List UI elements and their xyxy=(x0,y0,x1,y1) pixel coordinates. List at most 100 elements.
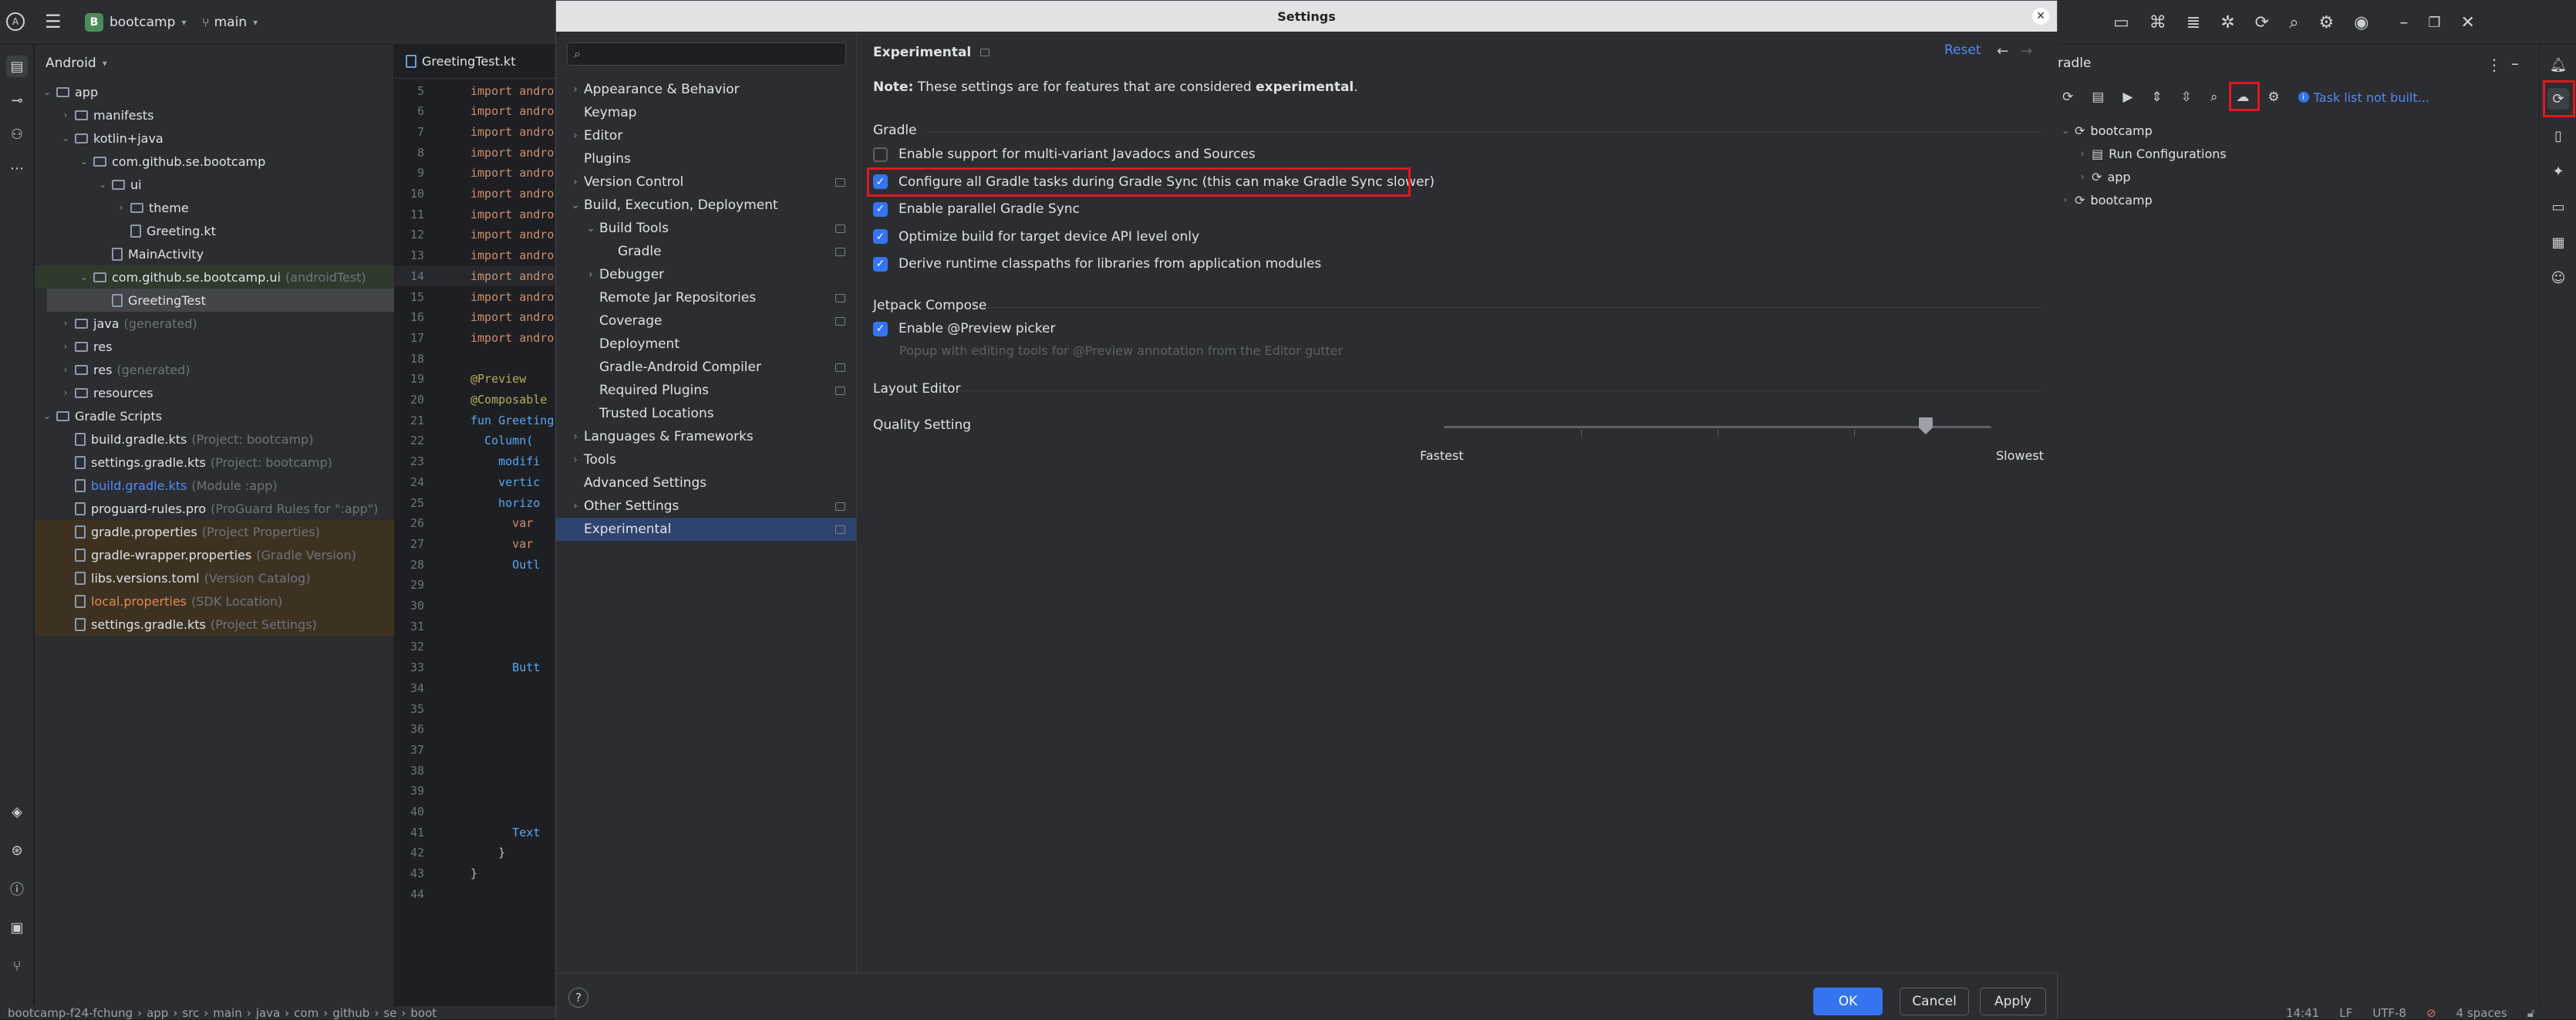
gear-icon[interactable]: ⚙ xyxy=(2318,13,2334,32)
code-line[interactable]: 40 xyxy=(395,802,555,822)
chevron-icon[interactable]: › xyxy=(567,431,584,443)
collapse-all-icon[interactable]: ⇳ xyxy=(2181,90,2192,105)
caret-position[interactable]: 14:41 xyxy=(2286,1006,2319,1020)
chevron-icon[interactable]: ⌄ xyxy=(59,133,72,144)
settings-nav-item[interactable]: Plugins xyxy=(556,147,856,171)
settings-search-input[interactable] xyxy=(586,46,818,62)
code-line[interactable]: 12 import andro xyxy=(395,225,555,245)
restore-icon[interactable]: ❐ xyxy=(2428,15,2440,31)
reset-link[interactable]: Reset xyxy=(1944,42,1981,58)
logcat-icon[interactable]: ⊛ xyxy=(6,839,28,861)
code-line[interactable]: 39 xyxy=(395,781,555,802)
code-line[interactable]: 32 xyxy=(395,637,555,657)
branch-selector[interactable]: ⑂ main ▾ xyxy=(202,9,258,35)
breadcrumb-item[interactable]: src xyxy=(182,1006,199,1020)
tree-file[interactable]: settings.gradle.kts (Project: bootcamp) xyxy=(35,451,394,474)
settings-nav-item[interactable]: Required Plugins xyxy=(556,379,856,402)
chevron-icon[interactable]: › xyxy=(59,341,72,352)
project-selector[interactable]: B bootcamp ▾ xyxy=(85,9,186,35)
device-manager-icon[interactable]: ▭ xyxy=(2113,13,2129,32)
breadcrumb-item[interactable]: com xyxy=(294,1006,319,1020)
expand-all-icon[interactable]: ⇕ xyxy=(2151,90,2162,105)
forward-arrow-icon[interactable]: → xyxy=(2021,43,2032,59)
gemini-icon[interactable]: ✦ xyxy=(2547,160,2569,182)
gradle-option[interactable]: ✓ Enable parallel Gradle Sync xyxy=(873,198,1080,221)
settings-nav-item[interactable]: Experimental xyxy=(556,518,856,541)
more-options-icon[interactable]: ⋮ xyxy=(2487,56,2502,74)
lock-icon[interactable]: 🔓︎ xyxy=(2527,1006,2535,1020)
chevron-icon[interactable]: ⌄ xyxy=(567,199,584,211)
minimize-icon[interactable]: – xyxy=(2399,13,2408,32)
code-line[interactable]: 35 xyxy=(395,698,555,719)
code-line[interactable]: 30 xyxy=(395,596,555,616)
chevron-icon[interactable]: › xyxy=(2076,171,2089,182)
tree-file[interactable]: build.gradle.kts (Module :app) xyxy=(35,474,394,497)
code-line[interactable]: 14 import andro xyxy=(395,265,555,287)
translate-icon[interactable]: ⌘ xyxy=(2149,13,2166,32)
code-line[interactable]: 41 Text xyxy=(395,822,555,843)
chevron-icon[interactable]: › xyxy=(567,83,584,96)
bug-icon[interactable]: ✲ xyxy=(2220,13,2234,32)
gradle-settings-icon[interactable]: ⚙ xyxy=(2267,90,2279,105)
code-line[interactable]: 23 modifi xyxy=(395,451,555,472)
git-icon[interactable]: ⑂ xyxy=(6,955,28,977)
settings-nav-item[interactable]: › Languages & Frameworks xyxy=(556,425,856,448)
code-line[interactable]: 26 var xyxy=(395,513,555,534)
settings-nav-item[interactable]: › Debugger xyxy=(556,263,856,286)
settings-search[interactable]: ⌕ xyxy=(567,42,846,66)
indent-setting[interactable]: 4 spaces xyxy=(2456,1006,2507,1020)
sync-gradle-icon[interactable]: ⟳ xyxy=(2255,13,2269,32)
file-encoding[interactable]: UTF-8 xyxy=(2372,1006,2406,1020)
chevron-icon[interactable]: ⌄ xyxy=(41,86,53,97)
tree-folder[interactable]: ⌄ com.github.se.bootcamp xyxy=(35,150,394,173)
code-line[interactable]: 43} xyxy=(395,863,555,884)
tree-folder[interactable]: › res xyxy=(35,335,394,358)
device-file-icon[interactable]: ▯ xyxy=(2547,125,2569,147)
tree-file[interactable]: GreetingTest xyxy=(47,289,394,312)
emulator-icon[interactable]: ▦ xyxy=(2547,231,2569,253)
tasks-icon[interactable]: ▤ xyxy=(2092,90,2104,105)
chevron-icon[interactable]: › xyxy=(59,364,72,375)
code-line[interactable]: 37 xyxy=(395,739,555,760)
code-line[interactable]: 17 import andro xyxy=(395,327,555,348)
apply-button[interactable]: Apply xyxy=(1980,988,2046,1015)
tree-file[interactable]: build.gradle.kts (Project: bootcamp) xyxy=(35,427,394,451)
settings-nav-item[interactable]: Keymap xyxy=(556,101,856,124)
code-area[interactable]: 5 import andro 6 import andro 7 import andro 8… xyxy=(395,80,555,1006)
code-line[interactable]: 31 xyxy=(395,616,555,637)
chevron-icon[interactable]: › xyxy=(59,110,72,120)
more-tools-icon[interactable]: ⋯ xyxy=(6,157,28,179)
breadcrumb-item[interactable]: boot xyxy=(410,1006,437,1020)
inspection-icon[interactable]: ⊘ xyxy=(2426,1006,2436,1020)
code-line[interactable]: 44 xyxy=(395,883,555,904)
chevron-icon[interactable]: › xyxy=(567,130,584,142)
code-line[interactable]: 6 import andro xyxy=(395,101,555,122)
account-icon[interactable]: ◉ xyxy=(2354,13,2369,32)
breadcrumb-item[interactable]: bootcamp-f24-fchung xyxy=(8,1006,133,1020)
tree-folder[interactable]: › resources xyxy=(35,381,394,404)
settings-nav-item[interactable]: Gradle-Android Compiler xyxy=(556,356,856,379)
editor-tab[interactable]: GreetingTest.kt xyxy=(395,45,555,79)
settings-nav-item[interactable]: › Version Control xyxy=(556,171,856,194)
tree-folder[interactable]: › java (generated) xyxy=(35,312,394,335)
breadcrumb-item[interactable]: se xyxy=(383,1006,396,1020)
structure-icon[interactable]: ⚇ xyxy=(6,123,28,145)
tree-file[interactable]: MainActivity xyxy=(35,242,394,265)
code-line[interactable]: 10 import andro xyxy=(395,184,555,204)
gradle-option-checkbox[interactable]: ✓ xyxy=(873,256,888,272)
chevron-icon[interactable]: ⌄ xyxy=(78,272,90,282)
copilot-icon[interactable]: ☺ xyxy=(2547,267,2569,289)
settings-nav-item[interactable]: › Appearance & Behavior xyxy=(556,78,856,101)
settings-nav-item[interactable]: › Editor xyxy=(556,124,856,147)
code-line[interactable]: 36 xyxy=(395,719,555,740)
gradle-option-checkbox[interactable]: ✓ xyxy=(873,201,888,217)
chevron-icon[interactable]: › xyxy=(567,454,584,466)
code-line[interactable]: 18 xyxy=(395,348,555,369)
hide-panel-icon[interactable]: – xyxy=(2511,54,2519,73)
breadcrumb-item[interactable]: github xyxy=(332,1006,369,1020)
code-line[interactable]: 29 xyxy=(395,575,555,596)
chevron-icon[interactable]: › xyxy=(582,269,599,281)
tree-file[interactable]: gradle-wrapper.properties (Gradle Version… xyxy=(35,543,394,566)
task-list-warning[interactable]: i Task list not built... xyxy=(2298,90,2429,105)
tree-folder[interactable]: › res (generated) xyxy=(35,358,394,381)
